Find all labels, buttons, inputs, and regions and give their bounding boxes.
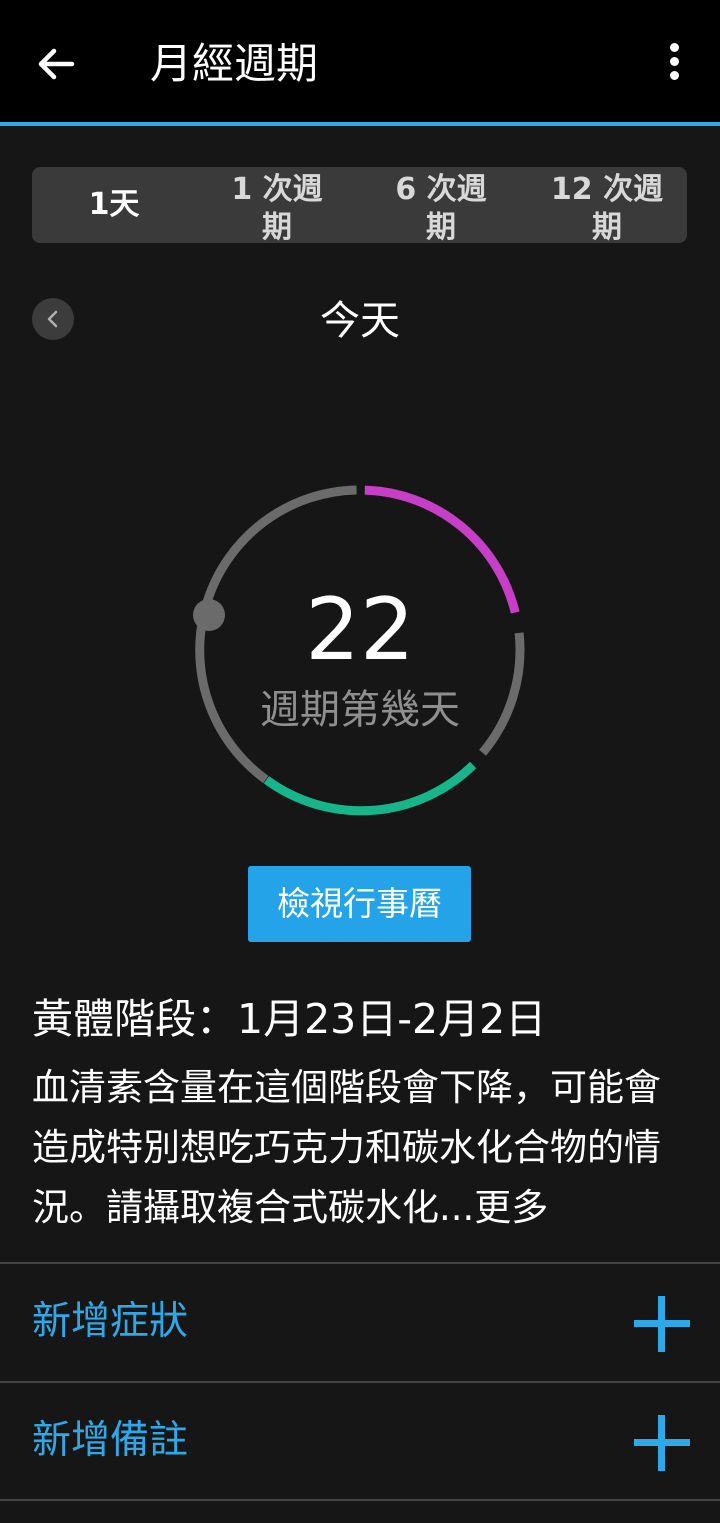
header-divider xyxy=(0,122,720,126)
chevron-left-icon[interactable] xyxy=(32,298,74,340)
plus-icon[interactable] xyxy=(634,1296,690,1352)
cycle-day-number: 22 xyxy=(305,580,415,680)
tab-label: 12 次週期 xyxy=(550,172,664,243)
phase-title: 黃體階段：1月23日-2月2日 xyxy=(32,995,547,1043)
cycle-day-label: 週期第幾天 xyxy=(260,687,460,733)
add-symptom-label: 新增症狀 xyxy=(32,1299,189,1344)
date-label: 今天 xyxy=(320,298,400,344)
plus-icon[interactable] xyxy=(634,1415,690,1471)
add-note-label: 新增備註 xyxy=(32,1418,189,1463)
tab-1-cycle[interactable]: 1 次週期 xyxy=(222,167,332,243)
tab-12-cycles[interactable]: 12 次週期 xyxy=(542,167,672,243)
tab-label: 1 次週期 xyxy=(231,172,323,243)
today-marker xyxy=(193,599,225,631)
tab-1-day[interactable]: 1天 xyxy=(32,167,196,243)
tab-label: 6 次週期 xyxy=(395,172,487,243)
more-vertical-icon[interactable] xyxy=(654,40,694,88)
tab-6-cycles[interactable]: 6 次週期 xyxy=(386,167,496,243)
view-calendar-button[interactable]: 檢視行事曆 xyxy=(248,866,471,942)
add-note-row[interactable]: 新增備註 xyxy=(0,1381,720,1500)
add-symptom-row[interactable]: 新增症狀 xyxy=(0,1262,720,1381)
arrow-left-icon[interactable] xyxy=(34,42,78,86)
page-title: 月經週期 xyxy=(150,39,319,88)
tab-label: 1天 xyxy=(88,187,140,222)
ring-period-arc xyxy=(263,761,477,816)
range-tabs: 1天 1 次週期 6 次週期 12 次週期 xyxy=(32,167,687,243)
app-header xyxy=(0,0,720,122)
divider xyxy=(0,1499,720,1501)
phase-description[interactable]: 血清素含量在這個階段會下降，可能會造成特別想吃巧克力和碳水化合物的情況。請攝取複… xyxy=(32,1058,692,1238)
